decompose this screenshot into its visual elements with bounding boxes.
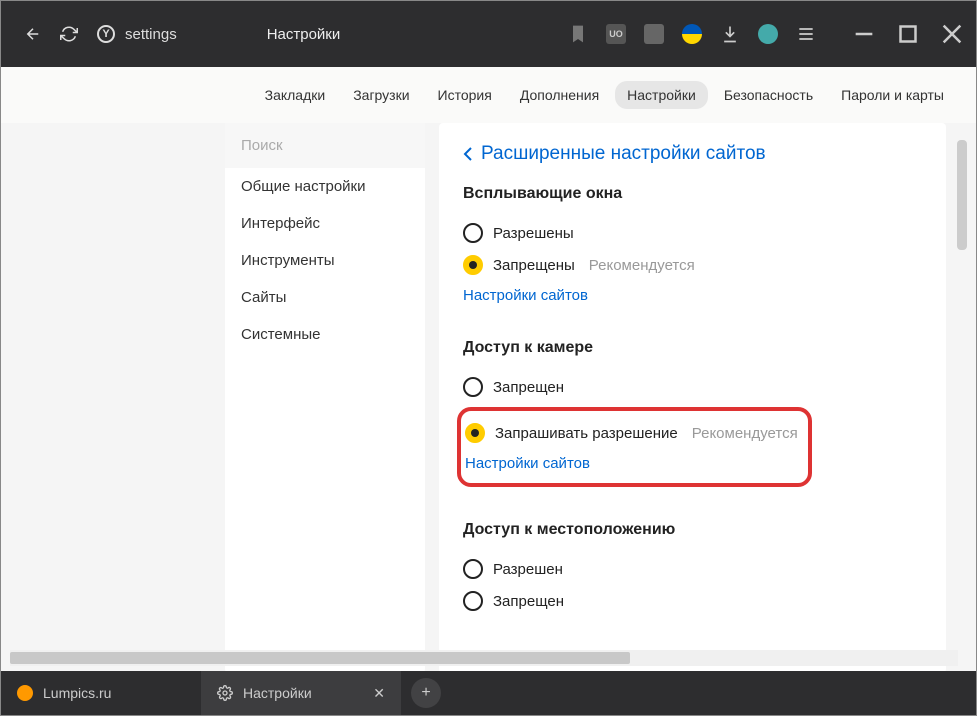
radio-label: Запрашивать разрешение: [495, 425, 678, 442]
radio-camera-ask[interactable]: Запрашивать разрешение Рекомендуется: [465, 417, 798, 449]
new-tab-button[interactable]: +: [411, 678, 441, 708]
nav-settings[interactable]: Настройки: [615, 81, 708, 109]
radio-location-allow[interactable]: Разрешен: [463, 553, 922, 585]
radio-label: Разрешен: [493, 561, 563, 578]
section-popups: Всплывающие окна Разрешены Запрещены Рек…: [463, 185, 922, 305]
vertical-scrollbar[interactable]: [957, 140, 967, 250]
main-header-text: Расширенные настройки сайтов: [481, 143, 766, 165]
back-button[interactable]: [15, 16, 51, 52]
ublock-icon[interactable]: UO: [606, 24, 626, 44]
radio-hint: Рекомендуется: [589, 257, 695, 274]
reload-button[interactable]: [51, 16, 87, 52]
radio-location-block[interactable]: Запрещен: [463, 585, 922, 617]
radio-label: Запрещены: [493, 257, 575, 274]
radio-icon: [463, 559, 483, 579]
radio-icon: [463, 255, 483, 275]
tab-lumpics[interactable]: Lumpics.ru: [1, 671, 201, 715]
sidebar: Поиск Общие настройки Интерфейс Инструме…: [225, 123, 425, 673]
radio-label: Разрешены: [493, 225, 574, 242]
radio-hint: Рекомендуется: [692, 425, 798, 442]
radio-label: Запрещен: [493, 379, 564, 396]
search-input[interactable]: Поиск: [225, 123, 425, 168]
horizontal-scrollbar[interactable]: [10, 650, 958, 666]
nav-downloads[interactable]: Загрузки: [341, 81, 421, 109]
radio-camera-block[interactable]: Запрещен: [463, 371, 922, 403]
lumpics-favicon-icon: [17, 685, 33, 701]
radio-popups-block[interactable]: Запрещены Рекомендуется: [463, 249, 922, 281]
nav-bookmarks[interactable]: Закладки: [253, 81, 338, 109]
gear-icon: [217, 685, 233, 701]
tab-label: Lumpics.ru: [43, 685, 111, 701]
yandex-icon: Y: [97, 25, 115, 43]
settings-nav: Закладки Загрузки История Дополнения Нас…: [1, 67, 976, 123]
url-text: settings: [125, 26, 177, 43]
nav-addons[interactable]: Дополнения: [508, 81, 611, 109]
radio-popups-allow[interactable]: Разрешены: [463, 217, 922, 249]
tab-settings[interactable]: Настройки ✕: [201, 671, 401, 715]
nav-history[interactable]: История: [426, 81, 504, 109]
radio-icon: [463, 591, 483, 611]
radio-icon: [465, 423, 485, 443]
site-settings-link[interactable]: Настройки сайтов: [463, 287, 588, 304]
address-bar[interactable]: Y settings: [97, 25, 177, 43]
radio-icon: [463, 223, 483, 243]
section-location: Доступ к местоположению Разрешен Запреще…: [463, 521, 922, 617]
section-title: Всплывающие окна: [463, 185, 922, 203]
downloads-icon[interactable]: [720, 24, 740, 44]
lastfm-icon[interactable]: [644, 24, 664, 44]
main-panel: Расширенные настройки сайтов Всплывающие…: [439, 123, 946, 673]
flag-icon[interactable]: [682, 24, 702, 44]
menu-icon[interactable]: [796, 24, 816, 44]
browser-tabs: Lumpics.ru Настройки ✕ +: [1, 671, 976, 715]
sidebar-system[interactable]: Системные: [225, 316, 425, 353]
page-title: Настройки: [267, 26, 341, 43]
sidebar-general[interactable]: Общие настройки: [225, 168, 425, 205]
nav-security[interactable]: Безопасность: [712, 81, 825, 109]
section-camera: Доступ к камере Запрещен Запрашивать раз…: [463, 339, 922, 487]
minimize-button[interactable]: [854, 24, 874, 44]
radio-icon: [463, 377, 483, 397]
profile-icon[interactable]: [758, 24, 778, 44]
bookmark-icon[interactable]: [568, 24, 588, 44]
tab-label: Настройки: [243, 685, 312, 701]
section-title: Доступ к местоположению: [463, 521, 922, 539]
titlebar: Y settings Настройки UO: [1, 1, 976, 67]
sidebar-sites[interactable]: Сайты: [225, 279, 425, 316]
highlight-annotation: Запрашивать разрешение Рекомендуется Нас…: [457, 407, 812, 487]
site-settings-link[interactable]: Настройки сайтов: [465, 455, 590, 472]
sidebar-interface[interactable]: Интерфейс: [225, 205, 425, 242]
nav-passwords[interactable]: Пароли и карты: [829, 81, 956, 109]
section-title: Доступ к камере: [463, 339, 922, 357]
sidebar-tools[interactable]: Инструменты: [225, 242, 425, 279]
radio-label: Запрещен: [493, 593, 564, 610]
close-button[interactable]: [942, 24, 962, 44]
back-to-settings-link[interactable]: Расширенные настройки сайтов: [463, 135, 922, 185]
maximize-button[interactable]: [898, 24, 918, 44]
close-tab-icon[interactable]: ✕: [373, 685, 385, 702]
